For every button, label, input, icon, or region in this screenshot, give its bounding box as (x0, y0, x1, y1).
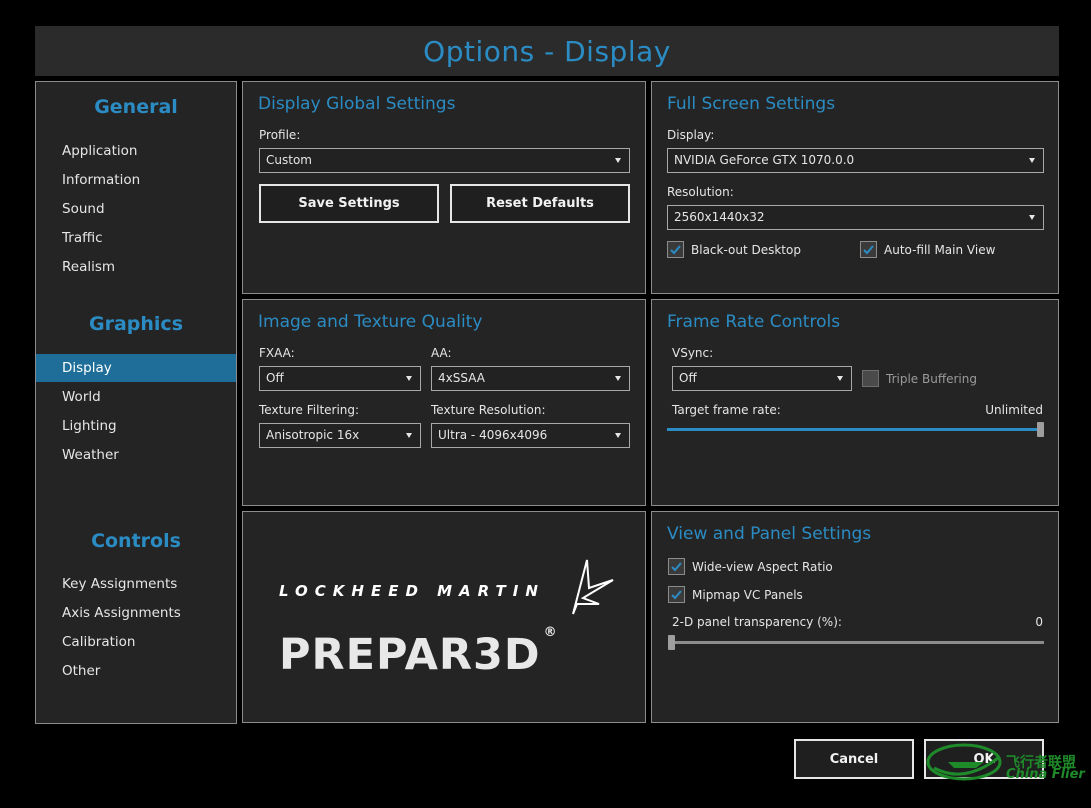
chevron-down-icon (1029, 158, 1035, 163)
wide-view-aspect-checkbox[interactable] (668, 558, 685, 575)
texture-resolution-label: Texture Resolution: (431, 403, 546, 417)
sidebar-item-weather[interactable]: Weather (36, 441, 236, 469)
aa-value: 4xSSAA (438, 371, 485, 385)
aa-dropdown[interactable]: 4xSSAA (431, 366, 630, 391)
profile-dropdown[interactable]: Custom (259, 148, 630, 173)
view-panel-settings-panel: View and Panel Settings Wide-view Aspect… (651, 511, 1059, 723)
display-value: NVIDIA GeForce GTX 1070.0.0 (674, 153, 855, 167)
target-frame-rate-value: Unlimited (985, 403, 1043, 417)
sidebar-item-other[interactable]: Other (36, 657, 236, 685)
sidebar-item-lighting[interactable]: Lighting (36, 412, 236, 440)
vsync-label: VSync: (672, 346, 714, 360)
frame-rate-panel: Frame Rate Controls VSync: Off Triple Bu… (651, 299, 1059, 506)
check-icon (670, 245, 681, 255)
texture-resolution-dropdown[interactable]: Ultra - 4096x4096 (431, 423, 630, 448)
target-frame-rate-slider[interactable] (667, 422, 1044, 437)
wide-view-aspect-label: Wide-view Aspect Ratio (692, 560, 833, 574)
window-title: Options - Display (423, 34, 671, 68)
check-icon (671, 562, 682, 572)
title-bar: Options - Display (35, 26, 1059, 76)
autofill-main-view-checkbox[interactable] (860, 241, 877, 258)
chevron-down-icon (406, 433, 412, 438)
registered-mark: ® (543, 624, 558, 640)
sidebar-item-application[interactable]: Application (36, 137, 236, 165)
sidebar-item-axis-assignments[interactable]: Axis Assignments (36, 599, 236, 627)
reset-defaults-button[interactable]: Reset Defaults (450, 184, 630, 223)
panel-transparency-value: 0 (1035, 615, 1043, 629)
blackout-desktop-label: Black-out Desktop (691, 243, 801, 257)
resolution-label: Resolution: (667, 185, 734, 199)
sidebar-item-realism[interactable]: Realism (36, 253, 236, 281)
cancel-button[interactable]: Cancel (794, 739, 914, 779)
profile-value: Custom (266, 153, 312, 167)
sidebar-item-sound[interactable]: Sound (36, 195, 236, 223)
full-screen-panel: Full Screen Settings Display: NVIDIA GeF… (651, 81, 1059, 294)
display-dropdown[interactable]: NVIDIA GeForce GTX 1070.0.0 (667, 148, 1044, 173)
chevron-down-icon (615, 433, 621, 438)
sidebar-item-key-assignments[interactable]: Key Assignments (36, 570, 236, 598)
sidebar-item-information[interactable]: Information (36, 166, 236, 194)
prepar3d-wordmark: PREPAR3D (279, 630, 541, 680)
profile-label: Profile: (259, 128, 301, 142)
fxaa-label: FXAA: (259, 346, 295, 360)
texture-filtering-label: Texture Filtering: (259, 403, 360, 417)
lockheed-martin-logo: LOCKHEED MARTIN (279, 582, 545, 600)
texture-filtering-value: Anisotropic 16x (266, 428, 360, 442)
watermark-text-en: China Flier (1006, 767, 1085, 782)
slider-fill (667, 428, 1044, 431)
check-icon (671, 590, 682, 600)
sidebar-item-calibration[interactable]: Calibration (36, 628, 236, 656)
logo-panel: LOCKHEED MARTIN PREPAR3D ® (242, 511, 646, 723)
vsync-value: Off (679, 371, 697, 385)
fxaa-dropdown[interactable]: Off (259, 366, 421, 391)
sidebar-item-display[interactable]: Display (36, 354, 236, 382)
target-frame-rate-label: Target frame rate: (672, 403, 781, 417)
chevron-down-icon (615, 376, 621, 381)
vsync-dropdown[interactable]: Off (672, 366, 852, 391)
star-logo-icon (572, 559, 614, 615)
panel-title: Display Global Settings (258, 94, 456, 114)
mipmap-vc-panels-checkbox[interactable] (668, 586, 685, 603)
panel-title: View and Panel Settings (667, 524, 872, 544)
blackout-desktop-checkbox[interactable] (667, 241, 684, 258)
panel-transparency-slider[interactable] (668, 635, 1044, 650)
sidebar-item-world[interactable]: World (36, 383, 236, 411)
autofill-main-view-label: Auto-fill Main View (884, 243, 996, 257)
save-settings-button[interactable]: Save Settings (259, 184, 439, 223)
chevron-down-icon (837, 376, 843, 381)
panel-transparency-label: 2-D panel transparency (%): (672, 615, 842, 629)
resolution-value: 2560x1440x32 (674, 210, 765, 224)
sidebar-heading-controls: Controls (91, 530, 181, 552)
sidebar-heading-graphics: Graphics (89, 313, 183, 335)
panel-title: Full Screen Settings (667, 94, 836, 114)
sidebar-item-traffic[interactable]: Traffic (36, 224, 236, 252)
resolution-dropdown[interactable]: 2560x1440x32 (667, 205, 1044, 230)
texture-filtering-dropdown[interactable]: Anisotropic 16x (259, 423, 421, 448)
aa-label: AA: (431, 346, 452, 360)
mipmap-vc-panels-label: Mipmap VC Panels (692, 588, 803, 602)
texture-resolution-value: Ultra - 4096x4096 (438, 428, 548, 442)
image-texture-panel: Image and Texture Quality FXAA: Off AA: … (242, 299, 646, 506)
display-label: Display: (667, 128, 715, 142)
display-global-panel: Display Global Settings Profile: Custom … (242, 81, 646, 294)
chevron-down-icon (615, 158, 621, 163)
triple-buffering-label: Triple Buffering (886, 372, 977, 386)
sidebar: General Application Information Sound Tr… (35, 81, 237, 724)
sidebar-heading-general: General (94, 96, 178, 118)
panel-title: Image and Texture Quality (258, 312, 483, 332)
chevron-down-icon (1029, 215, 1035, 220)
slider-thumb[interactable] (668, 635, 675, 650)
slider-thumb[interactable] (1037, 422, 1044, 437)
fxaa-value: Off (266, 371, 284, 385)
panel-title: Frame Rate Controls (667, 312, 841, 332)
chevron-down-icon (406, 376, 412, 381)
check-icon (863, 245, 874, 255)
prepar3d-logo: PREPAR3D ® (279, 625, 558, 680)
triple-buffering-checkbox[interactable] (862, 370, 879, 387)
